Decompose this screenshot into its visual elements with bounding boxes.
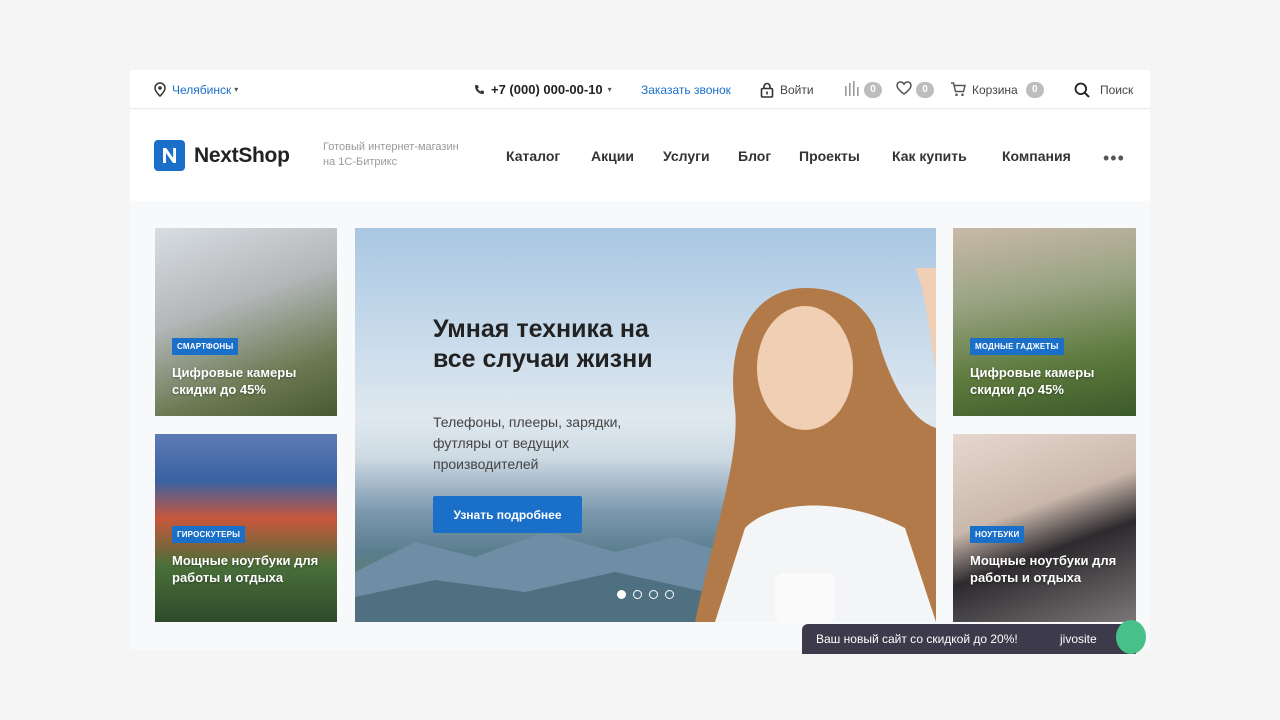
phone-icon [474, 84, 485, 95]
slider-pagination [617, 590, 674, 599]
favorites-count-badge: 0 [916, 81, 934, 98]
hero-slider[interactable]: Умная техника на все случаи жизни Телефо… [355, 228, 936, 622]
city-label: Челябинск [172, 82, 232, 97]
cart-count-badge: 0 [1025, 81, 1044, 98]
cart-button[interactable]: Корзина 0 [950, 70, 1044, 109]
hero-image [695, 268, 936, 622]
logo-text: NextShop [194, 143, 290, 167]
slider-dot[interactable] [649, 590, 658, 599]
city-selector[interactable]: Челябинск ▾ [154, 70, 238, 109]
logo-mark-icon [154, 140, 185, 171]
nav-how-to-buy[interactable]: Как купить [892, 110, 967, 201]
favorites-button[interactable]: 0 [896, 70, 934, 109]
lock-icon [760, 82, 774, 98]
compare-count-badge: 0 [864, 81, 882, 98]
learn-more-button[interactable]: Узнать подробнее [433, 496, 582, 533]
slider-title: Умная техника на все случаи жизни [433, 315, 653, 373]
tile-title: Цифровые камеры скидки до 45% [172, 365, 297, 397]
search-icon [1074, 82, 1090, 98]
compare-button[interactable]: 0 [844, 70, 882, 109]
tile-tag: ГИРОСКУТЕРЫ [172, 526, 246, 543]
chevron-down-icon: ▾ [607, 85, 612, 94]
promo-tile-laptops[interactable]: НОУТБУКИ Мощные ноутбуки для работы и от… [953, 434, 1136, 622]
tile-tag: НОУТБУКИ [970, 526, 1025, 543]
slider-dot[interactable] [617, 590, 626, 599]
cart-label: Корзина [972, 82, 1018, 97]
tagline: Готовый интернет-магазин на 1С-Битрикс [323, 141, 459, 168]
nav-projects[interactable]: Проекты [799, 110, 860, 201]
page-frame: Челябинск ▾ +7 (000) 000-00-10 ▾ Заказат… [130, 70, 1150, 650]
tile-title: Мощные ноутбуки для работы и отдыха [172, 553, 319, 585]
tile-tag: СМАРТФОНЫ [172, 338, 239, 355]
phone-number: +7 (000) 000-00-10 [491, 82, 603, 97]
tile-title: Мощные ноутбуки для работы и отдыха [970, 553, 1117, 585]
compare-icon [844, 80, 860, 99]
nav-services[interactable]: Услуги [663, 110, 710, 201]
phone-selector[interactable]: +7 (000) 000-00-10 ▾ [474, 70, 612, 109]
nav-catalog[interactable]: Каталог [506, 110, 560, 201]
chat-widget[interactable]: Ваш новый сайт со скидкой до 20%! jivosi… [802, 620, 1146, 654]
callback-link[interactable]: Заказать звонок [641, 70, 731, 109]
promo-tile-smartphones[interactable]: СМАРТФОНЫ Цифровые камеры скидки до 45% [155, 228, 337, 416]
nav-promotions[interactable]: Акции [591, 110, 634, 201]
promo-tile-hoverboards[interactable]: ГИРОСКУТЕРЫ Мощные ноутбуки для работы и… [155, 434, 337, 622]
login-button[interactable]: Войти [760, 70, 814, 109]
slider-text: Телефоны, плееры, зарядки, футляры от ве… [433, 414, 622, 472]
slider-dot[interactable] [633, 590, 642, 599]
heart-icon [896, 81, 912, 98]
slider-dot[interactable] [665, 590, 674, 599]
top-bar: Челябинск ▾ +7 (000) 000-00-10 ▾ Заказат… [130, 70, 1150, 109]
cart-icon [950, 82, 966, 97]
promo-tile-gadgets[interactable]: МОДНЫЕ ГАДЖЕТЫ Цифровые камеры скидки до… [953, 228, 1136, 416]
location-pin-icon [154, 82, 166, 97]
login-label: Войти [780, 82, 814, 97]
more-menu-icon[interactable]: ••• [1103, 148, 1125, 169]
main-header: NextShop Готовый интернет-магазин на 1С-… [130, 110, 1150, 201]
nav-blog[interactable]: Блог [738, 110, 771, 201]
search-label: Поиск [1100, 82, 1134, 97]
chevron-down-icon: ▾ [234, 85, 239, 94]
nav-company[interactable]: Компания [1002, 110, 1071, 201]
chat-brand: jivosite [1060, 632, 1097, 646]
tile-title: Цифровые камеры скидки до 45% [970, 365, 1095, 397]
search-button[interactable]: Поиск [1074, 70, 1133, 109]
tile-tag: МОДНЫЕ ГАДЖЕТЫ [970, 338, 1064, 355]
chat-message: Ваш новый сайт со скидкой до 20%! [816, 632, 1018, 646]
chat-avatar-icon [1116, 620, 1146, 654]
logo[interactable]: NextShop [154, 140, 290, 171]
